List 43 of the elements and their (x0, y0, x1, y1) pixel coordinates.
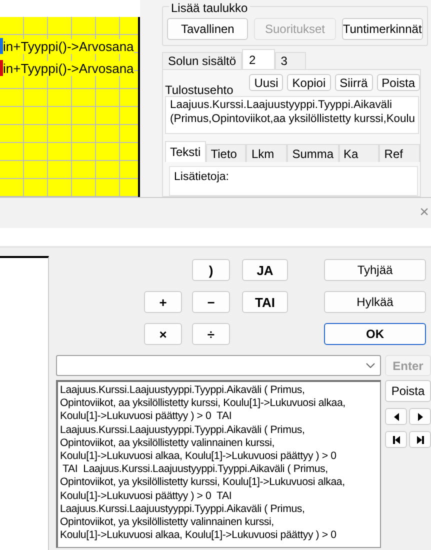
tab[interactable]: 2 (242, 49, 275, 69)
tab[interactable]: Lkm (246, 144, 288, 162)
table-type-button[interactable]: Tuntimerkinnät (342, 18, 423, 40)
expression-dropdown[interactable] (56, 355, 381, 376)
tab[interactable]: 3 (274, 52, 306, 69)
condition-field[interactable]: Laajuus.Kurssi.Laajuustyyppi.Tyyppi.Aikaväli (Primus,Opintoviikot,aa yksilöllistetty kurssi,Koulu (165, 96, 419, 134)
tab[interactable]: Teksti (165, 141, 206, 162)
chevron-down-icon (366, 363, 375, 368)
tab[interactable]: Ref (379, 144, 420, 162)
operator-button[interactable]: ) (192, 259, 230, 281)
condition-button[interactable]: Poista (376, 74, 420, 91)
operator-button[interactable]: − (192, 291, 230, 313)
tab[interactable]: Ka (338, 144, 380, 162)
group-title: Lisää taulukko (169, 1, 250, 15)
tab[interactable]: Tieto (206, 144, 246, 162)
triangle-left-icon (394, 412, 398, 420)
operator-button[interactable]: ÷ (192, 323, 230, 345)
skip-first-icon (392, 436, 400, 444)
next-button[interactable] (409, 408, 431, 425)
remove-button[interactable]: Poista (385, 380, 431, 402)
skip-last-icon (416, 436, 424, 444)
table-type-button[interactable]: Tavallinen (167, 18, 248, 40)
condition-label: Tulostusehto (165, 83, 234, 97)
condition-button[interactable]: Uusi (249, 74, 284, 91)
operator-button[interactable]: TAI (242, 291, 288, 313)
last-button[interactable] (409, 431, 431, 448)
tab[interactable]: Summa (287, 144, 339, 162)
cell-text: in+Tyyppi()->Arvosana (3, 60, 134, 76)
expression-field[interactable]: Laajuus.Kurssi.Laajuustyyppi.Tyyppi.Aikaväli ( Primus, Opintoviikot, aa yksilöllistetty kurssi, Koulu[1]->Lukuvuosi alkaa, Koulu[1]->Lukuvuosi päättyy ) > 0 TAI Laajuus.Kurssi.Laajuustyyppi.Tyyppi.Aikaväli ( Primus, Opintoviikot, aa yksilöllistetty valinnainen kurssi, Koulu[1]->Lukuvuosi alkaa, Koulu[1]->Lukuvuosi päättyy ) > 0 TAI Laajuus.Kurssi.Laajuustyyppi.Tyyppi.Aikaväli ( Primus, Opintoviikot, ya yksilöllistetty kurssi, Koulu[1]->Lukuvuosi alkaa, Koulu[1]->Lukuvuosi päättyy ) > 0 TAI Laajuus.Kurssi.Laajuustyyppi.Tyyppi.Aikaväli ( Primus, Opintoviikot, ya yksilöllistetty valinnainen kurssi, Koulu[1]->Lukuvuosi alkaa, Koulu[1]->Lukuvuosi päättyy ) > 0 (56, 380, 381, 548)
triangle-right-icon (418, 412, 422, 420)
condition-button[interactable]: Kopioi (287, 74, 331, 91)
tab[interactable]: Solun sisältö (162, 52, 242, 69)
previous-button[interactable] (385, 408, 407, 425)
cell-text: in+Tyyppi()->Arvosana (3, 38, 134, 54)
dialog-button[interactable]: Hylkää (324, 291, 426, 313)
dialog-button[interactable]: OK (324, 323, 426, 345)
operator-button[interactable]: × (144, 323, 182, 345)
info-field[interactable]: Lisätietoja: (169, 166, 418, 196)
first-button[interactable] (385, 431, 407, 448)
operator-button[interactable]: JA (242, 259, 288, 281)
condition-button[interactable]: Siirrä (334, 74, 373, 91)
operator-button[interactable]: + (144, 291, 182, 313)
dialog-button[interactable]: Tyhjää (324, 259, 426, 281)
